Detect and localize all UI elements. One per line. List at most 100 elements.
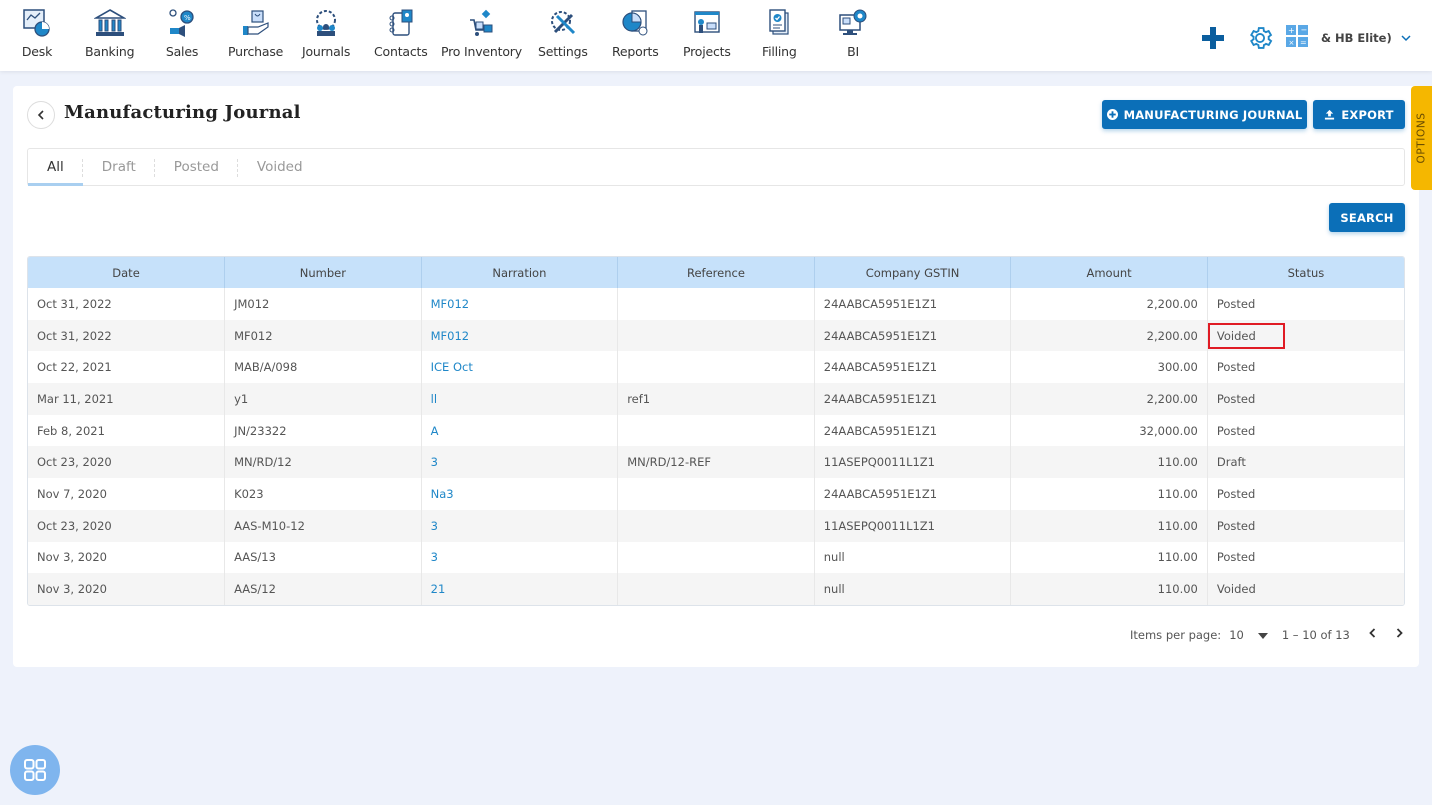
cell-narration-link-text[interactable]: Na3	[431, 487, 454, 501]
add-new-button[interactable]	[1200, 25, 1226, 55]
export-button[interactable]: EXPORT	[1313, 100, 1405, 129]
nav-item-purchase[interactable]: Purchase	[228, 6, 283, 59]
table-row[interactable]: Oct 22, 2021 MAB/A/098 ICE Oct 24AABCA5951E…	[28, 351, 1404, 384]
cell-date-text: Nov 3, 2020	[37, 550, 107, 565]
cell-date: Feb 8, 2021	[28, 414, 226, 447]
cell-company-gstin-text: 24AABCA5951E1Z1	[823, 328, 938, 343]
previous-page-button[interactable]	[1368, 627, 1377, 642]
nav-item-banking[interactable]: Banking	[85, 6, 135, 59]
cell-status-text: Voided	[1216, 328, 1256, 343]
search-button[interactable]: SEARCH	[1329, 203, 1405, 232]
table-row[interactable]: Mar 11, 2021 y1 ll ref1 24AABCA5951E1Z1 2,200…	[28, 383, 1404, 415]
cell-amount: 2,200.00	[1010, 319, 1208, 352]
company-dropdown-button[interactable]	[1400, 28, 1412, 47]
table-row[interactable]: Feb 8, 2021 JN/23322 A 24AABCA5951E1Z1 32,00…	[28, 414, 1404, 447]
caret-down-icon	[1257, 632, 1268, 639]
cell-narration-link[interactable]: A	[421, 414, 619, 447]
cell-narration-link-text[interactable]: MF012	[431, 329, 470, 343]
cell-narration-link[interactable]: 3	[421, 446, 619, 479]
cell-narration-link[interactable]: 3	[421, 541, 619, 574]
column-header-narration[interactable]: Narration	[421, 257, 619, 288]
cell-reference	[617, 541, 815, 574]
cell-narration-link-text[interactable]: 3	[431, 550, 438, 564]
nav-item-sales[interactable]: % Sales	[165, 6, 199, 59]
nav-item-desk[interactable]: Desk	[20, 6, 54, 59]
table-row[interactable]: Nov 3, 2020 AAS/13 3 null 110.00 Posted	[28, 541, 1404, 574]
nav-label: Settings	[538, 44, 588, 59]
cell-narration-link[interactable]: ll	[421, 383, 619, 415]
column-header-number[interactable]: Number	[224, 257, 422, 288]
desk-icon	[20, 6, 54, 40]
table-row[interactable]: Oct 23, 2020 MN/RD/12 3 MN/RD/12-REF 11ASEPQ…	[28, 446, 1404, 479]
cell-narration-link-text[interactable]: 21	[431, 582, 446, 596]
cell-company-gstin-text: null	[823, 550, 845, 565]
journals-icon	[309, 6, 343, 40]
grid-icon	[24, 759, 46, 781]
company-name[interactable]: & HB Elite)	[1321, 31, 1392, 45]
table-row[interactable]: Oct 31, 2022 MF012 MF012 24AABCA5951E1Z1 2,2…	[28, 319, 1404, 352]
app-launcher-button[interactable]	[10, 745, 60, 795]
cell-reference	[617, 351, 815, 384]
cell-number-text: MAB/A/098	[234, 360, 298, 375]
nav-item-reports[interactable]: Reports	[612, 6, 659, 59]
page-range: 1 – 10 of 13	[1281, 627, 1350, 642]
cell-reference	[617, 573, 815, 605]
items-per-page-select[interactable]: 10	[1229, 628, 1244, 642]
cell-company-gstin-text: 24AABCA5951E1Z1	[823, 296, 938, 311]
nav-item-journals[interactable]: Journals	[302, 6, 350, 59]
svg-text:=: =	[1300, 38, 1307, 47]
nav-item-settings[interactable]: Settings	[538, 6, 588, 59]
cell-narration-link[interactable]: 3	[421, 509, 619, 542]
nav-label: BI	[847, 44, 859, 59]
tab-posted[interactable]: Posted	[155, 149, 239, 185]
cell-number-text: y1	[234, 391, 249, 406]
tab-voided[interactable]: Voided	[238, 149, 322, 185]
cell-number-text: AAS/13	[234, 550, 276, 565]
options-side-tab[interactable]: OPTIONS	[1411, 86, 1432, 190]
manufacturing-journal-panel: Manufacturing Journal MANUFACTURING JOUR…	[13, 86, 1419, 667]
next-page-button[interactable]	[1395, 627, 1404, 642]
column-header-reference[interactable]: Reference	[617, 257, 815, 288]
cell-reference	[617, 319, 815, 352]
cell-amount-text: 2,200.00	[1146, 391, 1198, 406]
cell-narration-link[interactable]: MF012	[421, 288, 619, 320]
cell-narration-link-text[interactable]: 3	[431, 455, 438, 469]
nav-item-contacts[interactable]: Contacts	[374, 6, 428, 59]
cell-narration-link[interactable]: 21	[421, 573, 619, 605]
cell-narration-link[interactable]: ICE Oct	[421, 351, 619, 384]
settings-button[interactable]	[1246, 24, 1274, 56]
cell-number-text: K023	[234, 486, 264, 501]
nav-item-pro-inventory[interactable]: Pro Inventory	[441, 6, 522, 59]
cell-reference-text: MN/RD/12-REF	[627, 455, 711, 470]
cell-status: Draft	[1207, 446, 1404, 479]
cell-status: Voided	[1207, 573, 1404, 605]
nav-item-projects[interactable]: Projects	[683, 6, 731, 59]
cell-status-text: Posted	[1216, 518, 1256, 533]
table-row[interactable]: Oct 31, 2022 JM012 MF012 24AABCA5951E1Z1 2,2…	[28, 288, 1404, 320]
cell-narration-link-text[interactable]: MF012	[431, 297, 470, 311]
cell-narration-link[interactable]: MF012	[421, 319, 619, 352]
items-per-page-dropdown[interactable]	[1257, 628, 1268, 642]
column-header-company-gstin[interactable]: Company GSTIN	[814, 257, 1012, 288]
column-header-date[interactable]: Date	[28, 257, 226, 288]
cell-narration-link[interactable]: Na3	[421, 478, 619, 510]
calculator-button[interactable]: + − × =	[1285, 24, 1309, 52]
nav-item-bi[interactable]: BI	[836, 6, 870, 59]
back-button[interactable]	[27, 101, 55, 129]
add-manufacturing-journal-button[interactable]: MANUFACTURING JOURNAL	[1102, 100, 1307, 129]
cell-narration-link-text[interactable]: 3	[431, 519, 438, 533]
cell-company-gstin-text: null	[823, 582, 845, 597]
cell-narration-link-text[interactable]: ICE Oct	[431, 360, 473, 374]
tab-all[interactable]: All	[28, 149, 83, 186]
cell-narration-link-text[interactable]: ll	[431, 392, 437, 406]
column-header-status[interactable]: Status	[1207, 257, 1404, 288]
svg-text:−: −	[1301, 26, 1308, 35]
table-row[interactable]: Nov 7, 2020 K023 Na3 24AABCA5951E1Z1 110.00 P…	[28, 478, 1404, 510]
column-header-amount[interactable]: Amount	[1010, 257, 1208, 288]
table-row[interactable]: Nov 3, 2020 AAS/12 21 null 110.00 Voided	[28, 573, 1404, 605]
cell-narration-link-text[interactable]: A	[431, 424, 439, 438]
table-row[interactable]: Oct 23, 2020 AAS-M10-12 3 11ASEPQ0011L1Z1 11…	[28, 509, 1404, 542]
nav-item-filling[interactable]: Filling	[762, 6, 797, 59]
cell-reference	[617, 509, 815, 542]
tab-draft[interactable]: Draft	[83, 149, 155, 185]
